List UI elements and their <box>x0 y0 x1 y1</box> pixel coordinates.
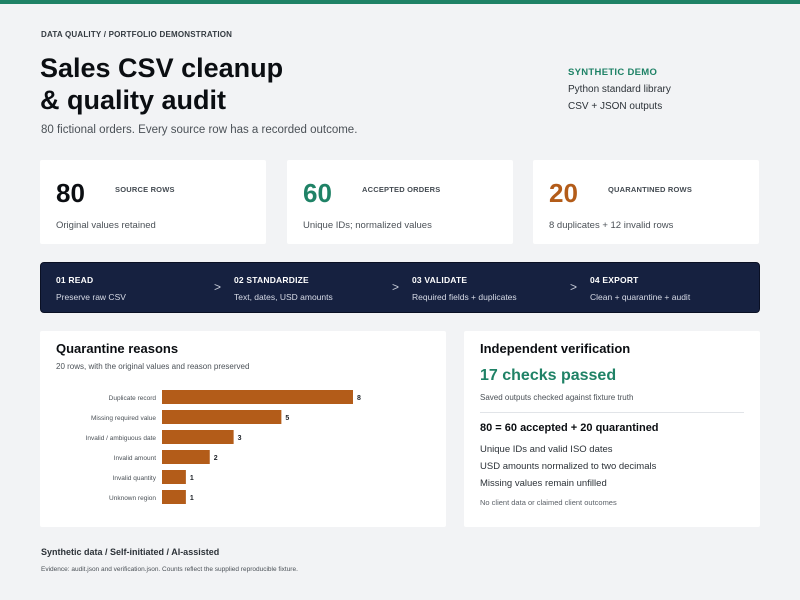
verification-item: USD amounts normalized to two decimals <box>480 461 657 472</box>
pipeline-stage-export: 04 EXPORT Clean + quarantine + audit <box>590 275 690 302</box>
page-title-line-2: & quality audit <box>40 85 227 115</box>
stat-value: 80 <box>56 178 85 208</box>
pipeline-stage-standardize: 02 STANDARDIZE Text, dates, USD amounts <box>234 275 333 302</box>
bar-value-label: 8 <box>357 395 361 402</box>
bar <box>162 470 186 484</box>
pipeline-banner: 01 READ Preserve raw CSV > 02 STANDARDIZ… <box>40 262 760 313</box>
verification-title: Independent verification <box>480 341 631 356</box>
category-label: Missing required value <box>91 415 156 422</box>
stage-title: 03 VALIDATE <box>412 275 468 285</box>
page-subtitle: 80 fictional orders. Every source row ha… <box>41 124 358 136</box>
chevron-right-icon: > <box>392 280 400 294</box>
bar-value-label: 5 <box>285 415 289 422</box>
footer-note: Evidence: audit.json and verification.js… <box>41 566 298 573</box>
verification-item: Missing values remain unfilled <box>480 478 607 489</box>
chevron-right-icon: > <box>570 280 578 294</box>
stage-desc: Preserve raw CSV <box>56 292 126 302</box>
bar-value-label: 1 <box>190 495 194 502</box>
stat-value: 20 <box>549 178 578 208</box>
stat-card-accepted-orders: 60 ACCEPTED ORDERS Unique IDs; normalize… <box>287 160 513 244</box>
page-title: Sales CSV cleanup & quality audit <box>40 52 340 116</box>
bar-value-label: 2 <box>214 455 218 462</box>
stat-desc: Original values retained <box>56 220 156 231</box>
stage-desc: Clean + quarantine + audit <box>590 292 691 302</box>
category-label: Invalid quantity <box>113 475 157 482</box>
bar <box>162 410 282 424</box>
chevron-right-icon: > <box>214 280 222 294</box>
pipeline-stage-validate: 03 VALIDATE Required fields + duplicates <box>412 275 517 302</box>
pipeline-stage-read: 01 READ Preserve raw CSV <box>56 275 126 302</box>
page-title-line-1: Sales CSV cleanup <box>40 53 284 83</box>
footer-title: Synthetic data / Self-initiated / AI-ass… <box>41 547 220 557</box>
demo-line-stdlib: Python standard library <box>568 84 671 95</box>
top-accent-bar <box>0 0 800 4</box>
verification-panel: Independent verification 17 checks passe… <box>464 331 760 527</box>
bar <box>162 430 234 444</box>
quarantine-bar-chart: Duplicate record 8 Missing required value 5… <box>86 390 361 504</box>
bar <box>162 490 186 504</box>
stat-value: 60 <box>303 178 332 208</box>
row-count-equation: 80 = 60 accepted + 20 quarantined <box>480 422 659 434</box>
stat-desc: Unique IDs; normalized values <box>303 220 432 231</box>
verification-note: Saved outputs checked against fixture tr… <box>480 393 634 402</box>
stat-label: ACCEPTED ORDERS <box>362 185 441 194</box>
stat-card-quarantined-rows: 20 QUARANTINED ROWS 8 duplicates + 12 in… <box>533 160 759 244</box>
stage-title: 01 READ <box>56 275 94 285</box>
checks-passed-headline: 17 checks passed <box>480 367 617 384</box>
category-label: Invalid amount <box>114 455 156 462</box>
category-label: Invalid / ambiguous date <box>86 435 157 442</box>
stage-desc: Required fields + duplicates <box>412 292 517 302</box>
verification-item: Unique IDs and valid ISO dates <box>480 444 613 455</box>
bar <box>162 390 353 404</box>
stat-desc: 8 duplicates + 12 invalid rows <box>549 220 674 231</box>
quarantine-panel: Quarantine reasons 20 rows, with the ori… <box>40 331 446 527</box>
eyebrow-label: DATA QUALITY / PORTFOLIO DEMONSTRATION <box>41 30 233 39</box>
demo-info: SYNTHETIC DEMO Python standard library C… <box>568 67 671 112</box>
stat-label: SOURCE ROWS <box>115 185 175 194</box>
category-label: Unknown region <box>109 495 156 502</box>
category-label: Duplicate record <box>109 395 157 402</box>
stat-card-source-rows: 80 SOURCE ROWS Original values retained <box>40 160 266 244</box>
bar-value-label: 3 <box>238 435 242 442</box>
bar <box>162 450 210 464</box>
stage-desc: Text, dates, USD amounts <box>234 292 333 302</box>
bar-value-label: 1 <box>190 475 194 482</box>
stage-title: 02 STANDARDIZE <box>234 275 309 285</box>
demo-line-outputs: CSV + JSON outputs <box>568 101 663 112</box>
divider <box>480 412 744 413</box>
demo-label: SYNTHETIC DEMO <box>568 67 658 78</box>
verification-footnote: No client data or claimed client outcome… <box>480 498 617 507</box>
stage-title: 04 EXPORT <box>590 275 639 285</box>
stat-label: QUARANTINED ROWS <box>608 185 693 194</box>
